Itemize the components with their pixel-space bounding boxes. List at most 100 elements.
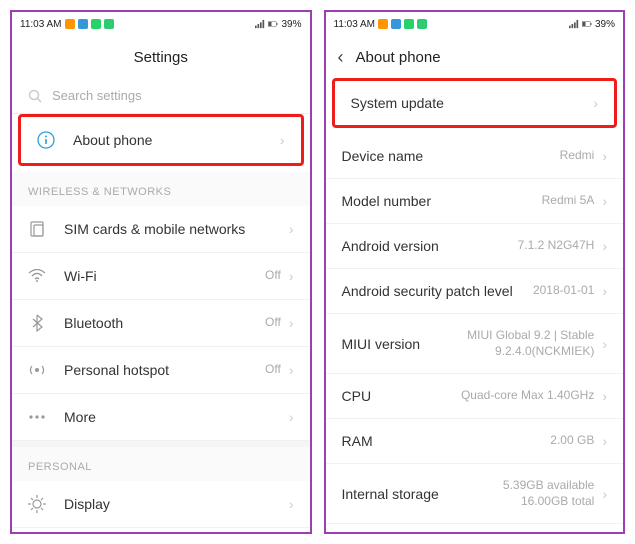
row-value: MIUI Global 9.2 | Stable 9.2.4.0(NCKMIEK…	[454, 328, 594, 359]
row-value: Off	[265, 315, 281, 331]
chevron-right-icon: ›	[280, 132, 285, 148]
row-label: RAM	[342, 433, 551, 449]
chevron-right-icon: ›	[602, 433, 607, 449]
status-time: 11:03 AM	[334, 19, 376, 30]
info-row[interactable]: RAM2.00 GB ›	[326, 419, 624, 464]
row-label: Wi-Fi	[64, 268, 265, 284]
chevron-right-icon: ›	[289, 362, 294, 378]
row-label: Android security patch level	[342, 283, 533, 299]
row-value: 7.1.2 N2G47H	[518, 238, 595, 254]
signal-icon	[255, 19, 265, 29]
phone-left: 11:03 AM 39% Settings Search settings Ab…	[10, 10, 312, 534]
chevron-right-icon: ›	[289, 409, 294, 425]
chevron-right-icon: ›	[602, 336, 607, 352]
about-phone-row[interactable]: About phone ›	[21, 117, 301, 163]
highlight-about: About phone ›	[18, 114, 304, 166]
chevron-right-icon: ›	[289, 268, 294, 284]
more-icon	[28, 408, 46, 426]
status-battery: 39%	[281, 19, 301, 30]
row-label: Device name	[342, 148, 560, 164]
highlight-system-update: System update ›	[332, 78, 618, 128]
app-icon	[78, 19, 88, 29]
phone-icon	[104, 19, 114, 29]
whatsapp-icon	[91, 19, 101, 29]
info-row[interactable]: Baseband versionMPSS.JO.3.0-00369-8937_G…	[326, 524, 624, 534]
info-row[interactable]: Internal storage5.39GB available 16.00GB…	[326, 464, 624, 524]
back-button[interactable]: ‹	[338, 47, 344, 68]
chevron-right-icon: ›	[602, 283, 607, 299]
status-battery: 39%	[595, 19, 615, 30]
search-input[interactable]: Search settings	[12, 78, 310, 114]
hotspot-row[interactable]: Personal hotspot Off ›	[12, 347, 310, 394]
row-label: System update	[351, 95, 594, 111]
row-label: MIUI version	[342, 336, 455, 352]
row-label: About phone	[73, 132, 280, 148]
row-label: More	[64, 409, 289, 425]
battery-icon	[582, 19, 592, 29]
bluetooth-icon	[28, 314, 46, 332]
search-icon	[28, 89, 42, 103]
phone-right: 11:03 AM 39% ‹ About phone System update…	[324, 10, 626, 534]
chevron-right-icon: ›	[593, 95, 598, 111]
chevron-right-icon: ›	[602, 148, 607, 164]
info-row[interactable]: CPUQuad-core Max 1.40GHz ›	[326, 374, 624, 419]
system-update-row[interactable]: System update ›	[335, 81, 615, 125]
status-bar: 11:03 AM 39%	[12, 12, 310, 36]
row-value: Redmi	[560, 148, 595, 164]
chevron-right-icon: ›	[289, 496, 294, 512]
row-label: Personal hotspot	[64, 362, 265, 378]
wallpaper-row[interactable]: Wallpaper ›	[12, 528, 310, 534]
row-label: Model number	[342, 193, 542, 209]
info-row[interactable]: Android security patch level2018-01-01 ›	[326, 269, 624, 314]
info-row[interactable]: Model numberRedmi 5A ›	[326, 179, 624, 224]
row-value: 2.00 GB	[550, 433, 594, 449]
search-placeholder: Search settings	[52, 88, 142, 103]
wifi-icon	[28, 267, 46, 285]
status-bar: 11:03 AM 39%	[326, 12, 624, 36]
wifi-row[interactable]: Wi-Fi Off ›	[12, 253, 310, 300]
hotspot-icon	[28, 361, 46, 379]
more-row[interactable]: More ›	[12, 394, 310, 441]
whatsapp-icon	[404, 19, 414, 29]
sim-icon	[28, 220, 46, 238]
display-icon	[28, 495, 46, 513]
info-icon	[37, 131, 55, 149]
app-icon	[391, 19, 401, 29]
section-wireless: WIRELESS & NETWORKS	[12, 172, 310, 206]
row-value: Quad-core Max 1.40GHz	[461, 388, 594, 404]
row-label: CPU	[342, 388, 461, 404]
header: ‹ About phone	[326, 36, 624, 78]
row-value: Off	[265, 268, 281, 284]
row-value: Off	[265, 362, 281, 378]
row-value: 2018-01-01	[533, 283, 594, 299]
chevron-right-icon: ›	[602, 388, 607, 404]
display-row[interactable]: Display ›	[12, 481, 310, 528]
status-time: 11:03 AM	[20, 19, 62, 30]
sim-row[interactable]: SIM cards & mobile networks ›	[12, 206, 310, 253]
chevron-right-icon: ›	[602, 238, 607, 254]
row-value: Redmi 5A	[542, 193, 595, 209]
chevron-right-icon: ›	[602, 486, 607, 502]
section-personal: PERSONAL	[12, 447, 310, 481]
row-value: 5.39GB available 16.00GB total	[454, 478, 594, 509]
app-icon	[65, 19, 75, 29]
battery-icon	[268, 19, 278, 29]
info-row[interactable]: Device nameRedmi ›	[326, 134, 624, 179]
row-label: SIM cards & mobile networks	[64, 221, 289, 237]
row-label: Display	[64, 496, 289, 512]
phone-icon	[417, 19, 427, 29]
info-row[interactable]: Android version7.1.2 N2G47H ›	[326, 224, 624, 269]
chevron-right-icon: ›	[289, 221, 294, 237]
signal-icon	[569, 19, 579, 29]
chevron-right-icon: ›	[289, 315, 294, 331]
row-label: Internal storage	[342, 486, 455, 502]
bluetooth-row[interactable]: Bluetooth Off ›	[12, 300, 310, 347]
page-title: About phone	[356, 49, 441, 66]
info-row[interactable]: MIUI versionMIUI Global 9.2 | Stable 9.2…	[326, 314, 624, 374]
header: Settings	[12, 36, 310, 78]
app-icon	[378, 19, 388, 29]
row-label: Bluetooth	[64, 315, 265, 331]
row-label: Android version	[342, 238, 518, 254]
page-title: Settings	[134, 49, 188, 66]
chevron-right-icon: ›	[602, 193, 607, 209]
